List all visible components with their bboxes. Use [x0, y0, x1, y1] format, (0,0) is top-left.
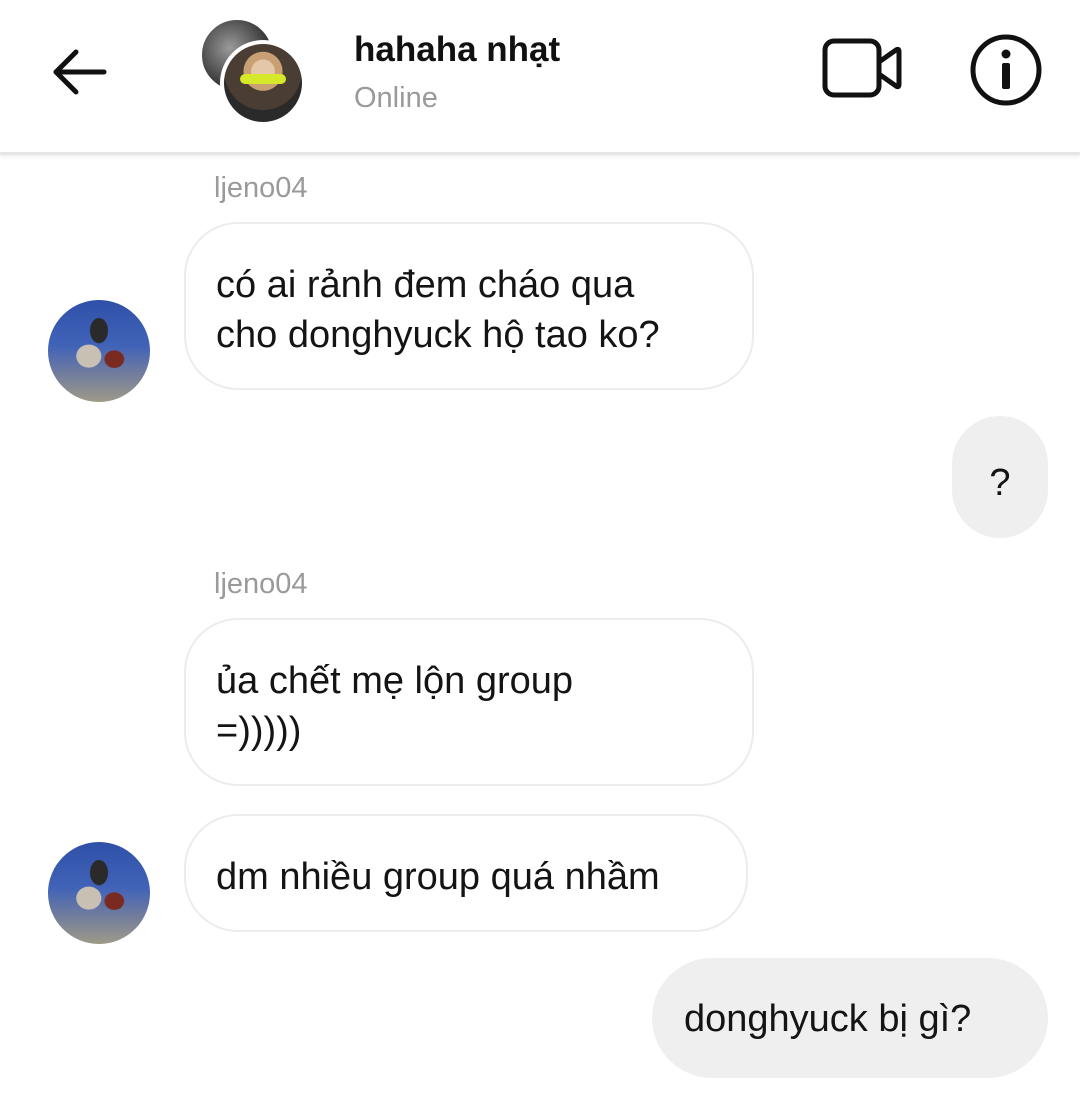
chat-screen: hahaha nhạt Online ljeno04 có ai rảnh đe…: [0, 0, 1080, 1106]
sender-avatar[interactable]: [48, 300, 150, 402]
message-text: ?: [989, 462, 1011, 504]
message-text-line: =))))): [216, 710, 302, 752]
incoming-message-bubble[interactable]: ủa chết mẹ lộn group =))))): [184, 618, 754, 786]
chat-header: hahaha nhạt Online: [0, 0, 1080, 155]
info-button[interactable]: [968, 32, 1044, 108]
message-text: donghyuck bị gì?: [684, 998, 972, 1040]
chat-status: Online: [354, 82, 438, 114]
chat-title[interactable]: hahaha nhạt: [354, 30, 560, 70]
sender-avatar[interactable]: [48, 842, 150, 944]
outgoing-message-bubble[interactable]: ?: [952, 416, 1048, 538]
video-camera-icon: [822, 38, 902, 98]
arrow-left-icon: [53, 49, 107, 95]
message-text-line: cho donghyuck hộ tao ko?: [216, 314, 660, 356]
message-text-line: có ai rảnh đem cháo qua: [216, 264, 635, 306]
group-avatar[interactable]: [198, 18, 308, 126]
back-button[interactable]: [48, 40, 112, 104]
message-sender: ljeno04: [214, 568, 308, 600]
incoming-message-bubble[interactable]: dm nhiều group quá nhầm: [184, 814, 748, 932]
incoming-message-bubble[interactable]: có ai rảnh đem cháo qua cho donghyuck hộ…: [184, 222, 754, 390]
video-call-button[interactable]: [820, 34, 904, 102]
group-avatar-front: [220, 40, 306, 126]
outgoing-message-bubble[interactable]: donghyuck bị gì?: [652, 958, 1048, 1078]
info-icon: [970, 34, 1042, 106]
message-text: dm nhiều group quá nhầm: [216, 856, 660, 898]
message-sender: ljeno04: [214, 172, 308, 204]
message-text-line: ủa chết mẹ lộn group: [216, 660, 574, 702]
